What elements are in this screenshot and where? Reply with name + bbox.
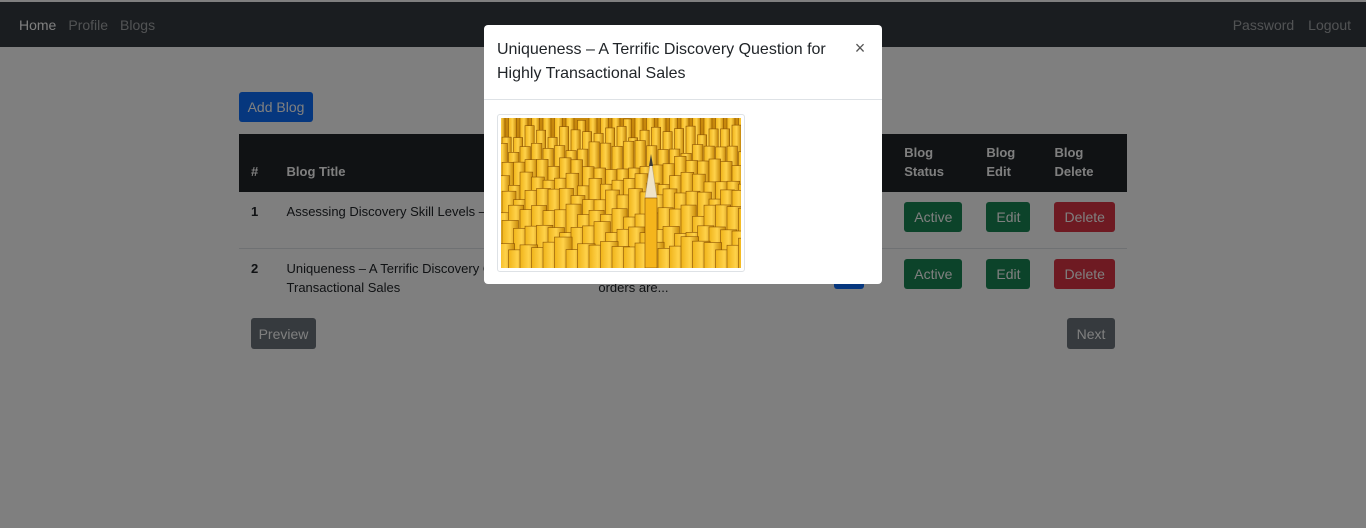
- modal-header: Uniqueness – A Terrific Discovery Questi…: [484, 25, 882, 100]
- blog-image-thumbnail: [497, 114, 745, 272]
- modal-title: Uniqueness – A Terrific Discovery Questi…: [497, 41, 826, 82]
- close-icon[interactable]: ×: [850, 38, 870, 58]
- blog-image-modal: Uniqueness – A Terrific Discovery Questi…: [484, 25, 882, 284]
- pencils-image: [501, 118, 741, 268]
- pencil-column: [738, 237, 741, 268]
